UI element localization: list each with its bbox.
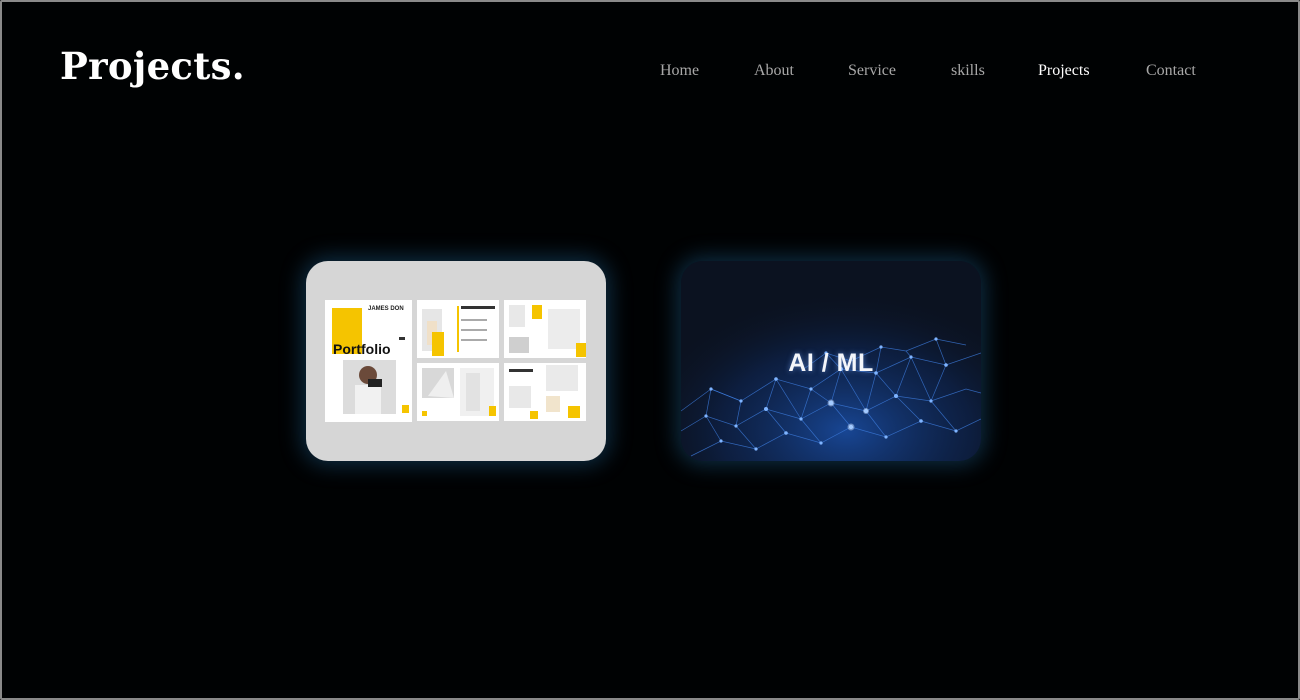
portfolio-thumbnail-name: JAMES DON: [368, 306, 404, 312]
project-card-ai-ml[interactable]: AI / ML: [681, 261, 981, 461]
nav-projects[interactable]: Projects: [1038, 62, 1090, 80]
nav-service[interactable]: Service: [848, 62, 896, 80]
ai-ml-thumbnail-title: AI / ML: [788, 349, 874, 377]
main-nav: Home About Service skills Projects Conta…: [0, 62, 1300, 84]
nav-skills[interactable]: skills: [951, 62, 985, 80]
portfolio-mockup-icon: [325, 300, 586, 422]
nav-contact[interactable]: Contact: [1146, 62, 1196, 80]
portfolio-thumbnail-title: Portfolio: [333, 341, 391, 357]
nav-home[interactable]: Home: [660, 62, 699, 80]
nav-about[interactable]: About: [754, 62, 794, 80]
window-frame: [0, 0, 1300, 700]
project-card-portfolio[interactable]: JAMES DON Portfolio: [306, 261, 606, 461]
